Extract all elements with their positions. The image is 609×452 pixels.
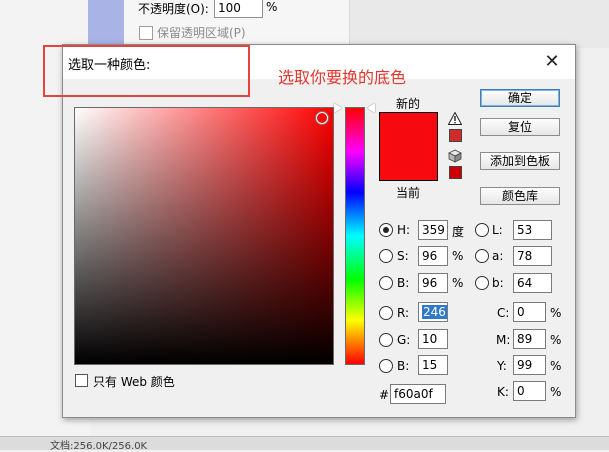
ok-button[interactable]: 确定 xyxy=(480,89,560,107)
lab-b-field[interactable]: 64 xyxy=(513,273,552,293)
green-label: G: xyxy=(397,333,411,347)
hue-field[interactable]: 359 xyxy=(418,220,448,240)
hue-label: H: xyxy=(397,223,411,237)
opacity-label: 不透明度(O): xyxy=(138,2,209,16)
red-field-value: 246 xyxy=(422,305,447,319)
hex-prefix: # xyxy=(379,388,390,402)
add-to-swatches-button[interactable]: 添加到色板 xyxy=(480,152,560,170)
gamut-warning-swatch[interactable] xyxy=(449,129,462,142)
opacity-unit: % xyxy=(266,0,278,14)
saturation-field[interactable]: 96 xyxy=(418,246,448,266)
hue-slider[interactable] xyxy=(345,107,365,365)
blue-field[interactable]: 15 xyxy=(418,355,448,375)
reset-button[interactable]: 复位 xyxy=(480,118,560,136)
saturation-brightness-field[interactable] xyxy=(74,107,334,365)
red-radio[interactable] xyxy=(379,306,393,320)
opacity-input[interactable]: 100 xyxy=(214,0,263,18)
lab-a-field[interactable]: 78 xyxy=(513,246,552,266)
magenta-label: M: xyxy=(496,333,511,347)
saturation-label: S: xyxy=(397,249,409,263)
blue-radio[interactable] xyxy=(379,359,393,373)
web-colors-only-label: 只有 Web 颜色 xyxy=(93,375,175,389)
document-size-status: 文档:256.0K/256.0K xyxy=(50,441,148,452)
brightness-label: B: xyxy=(397,276,410,290)
lab-a-label: a: xyxy=(492,249,504,263)
current-color-swatch[interactable] xyxy=(379,148,438,181)
color-field-cursor[interactable] xyxy=(316,112,328,124)
lab-l-field[interactable]: 53 xyxy=(513,220,552,240)
yellow-unit: % xyxy=(550,359,562,373)
status-bar: 文档:256.0K/256.0K xyxy=(0,436,609,452)
current-color-label: 当前 xyxy=(396,186,421,200)
blue-label: B: xyxy=(397,359,410,373)
brightness-radio[interactable] xyxy=(379,276,393,290)
yellow-label: Y: xyxy=(497,359,507,373)
new-color-label: 新的 xyxy=(396,97,421,111)
magenta-unit: % xyxy=(550,333,562,347)
layer-thumbnail-strip xyxy=(88,0,124,48)
brightness-field[interactable]: 96 xyxy=(418,273,448,293)
black-label: K: xyxy=(497,385,509,399)
cyan-label: C: xyxy=(497,306,510,320)
hue-unit: 度 xyxy=(452,225,465,239)
green-radio[interactable] xyxy=(379,333,393,347)
background-panel-area xyxy=(350,0,609,48)
lab-b-radio[interactable] xyxy=(475,276,489,290)
red-field[interactable]: 246 xyxy=(418,302,448,322)
lab-l-label: L: xyxy=(492,223,503,237)
close-button[interactable]: ✕ xyxy=(537,51,567,73)
preserve-transparency-checkbox[interactable] xyxy=(139,26,153,40)
yellow-field[interactable]: 99 xyxy=(513,355,546,375)
cyan-field[interactable]: 0 xyxy=(513,302,546,322)
color-libraries-button[interactable]: 颜色库 xyxy=(480,187,560,205)
warning-triangle-icon[interactable] xyxy=(448,112,462,125)
hue-slider-handle-left[interactable] xyxy=(334,103,342,113)
saturation-unit: % xyxy=(452,249,464,263)
hex-field[interactable]: f60a0f xyxy=(390,384,446,404)
new-color-swatch xyxy=(379,112,438,148)
hue-radio[interactable] xyxy=(379,223,393,237)
web-colors-only-checkbox[interactable] xyxy=(75,374,88,387)
green-field[interactable]: 10 xyxy=(418,329,448,349)
websafe-color-swatch[interactable] xyxy=(449,166,462,179)
lab-a-radio[interactable] xyxy=(475,249,489,263)
cyan-unit: % xyxy=(550,306,562,320)
preserve-transparency-label: 保留透明区域(P) xyxy=(157,26,246,40)
magenta-field[interactable]: 89 xyxy=(513,329,546,349)
annotation-highlight-box xyxy=(43,45,250,97)
black-field[interactable]: 0 xyxy=(513,381,546,401)
annotation-text: 选取你要换的底色 xyxy=(278,68,407,87)
saturation-radio[interactable] xyxy=(379,249,393,263)
lab-l-radio[interactable] xyxy=(475,223,489,237)
red-label: R: xyxy=(397,306,410,320)
cube-icon[interactable] xyxy=(448,149,462,163)
lab-b-label: b: xyxy=(492,276,504,290)
brightness-unit: % xyxy=(452,276,464,290)
black-unit: % xyxy=(550,385,562,399)
hue-slider-handle-right[interactable] xyxy=(367,103,375,113)
